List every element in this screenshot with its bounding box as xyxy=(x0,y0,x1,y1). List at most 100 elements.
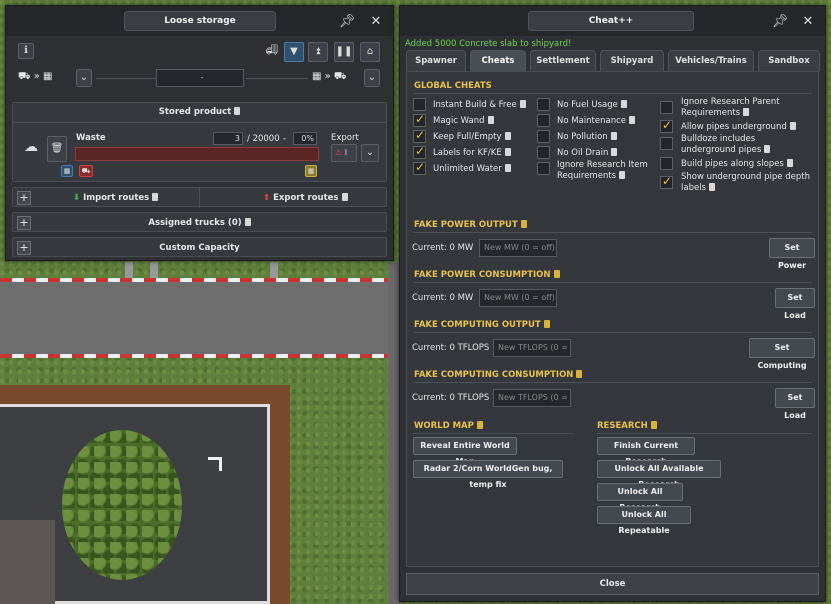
expand-icon[interactable]: + xyxy=(17,241,31,255)
unlock-all-repeatable-button[interactable]: Unlock All Repeatable xyxy=(597,506,691,535)
set-power-button[interactable]: Set Power xyxy=(769,238,815,270)
info-icon[interactable] xyxy=(504,132,511,140)
chevron-down-icon[interactable]: ⌄ xyxy=(361,144,379,162)
tab-vehicles-trains[interactable]: Vehicles/Trains xyxy=(668,50,754,71)
info-icon[interactable] xyxy=(709,183,715,191)
assigned-trucks-section[interactable]: + Assigned trucks (0) xyxy=(12,212,387,232)
tab-cheats[interactable]: Cheats xyxy=(470,50,526,71)
info-icon[interactable] xyxy=(504,148,511,156)
export-select[interactable]: ⚠ I xyxy=(331,144,357,162)
pipe-depth-labels-checkbox[interactable] xyxy=(660,174,673,189)
import-slider-icon[interactable]: ▦ xyxy=(61,165,73,177)
set-load-computing-button[interactable]: Set Load xyxy=(775,388,815,420)
percent-field[interactable]: 0% xyxy=(293,132,317,145)
storage-titlebar[interactable]: Loose storage 📌︎ ✕ xyxy=(6,6,393,36)
fake-power-output-title: FAKE POWER OUTPUT xyxy=(414,220,518,230)
allow-pipes-underground-checkbox[interactable] xyxy=(660,118,673,133)
info-icon[interactable] xyxy=(553,270,560,278)
unlock-all-research-button[interactable]: Unlock All Research xyxy=(597,483,683,512)
info-icon[interactable] xyxy=(764,145,771,153)
finish-current-research-button[interactable]: Finish Current Research xyxy=(597,437,695,466)
info-icon[interactable] xyxy=(743,108,750,116)
expand-icon[interactable]: + xyxy=(17,216,31,230)
unlimited-water-checkbox[interactable] xyxy=(413,160,426,175)
radar-corn-fix-button[interactable]: Radar 2/Corn WorldGen bug, temp fix xyxy=(413,460,563,489)
info-icon[interactable] xyxy=(610,132,617,140)
ignore-research-item-checkbox[interactable] xyxy=(537,162,550,175)
notify-icon[interactable]: ⌂ xyxy=(360,42,380,62)
info-icon[interactable] xyxy=(519,100,526,108)
computing-output-current: Current: 0 TFLOPS xyxy=(412,343,490,353)
product-name: Waste xyxy=(76,133,106,143)
reveal-world-map-button[interactable]: Reveal Entire World Map xyxy=(413,437,517,466)
keep-full-empty-label: Keep Full/Empty xyxy=(433,132,511,143)
info-icon[interactable] xyxy=(244,218,251,226)
import-routes-button[interactable]: ⬇ Import routes xyxy=(73,193,159,203)
info-icon[interactable] xyxy=(620,100,627,108)
computing-output-input[interactable]: New TFLOPS (0 = off).. xyxy=(493,339,571,357)
no-fuel-usage-checkbox[interactable] xyxy=(537,98,550,111)
info-icon[interactable] xyxy=(576,370,583,378)
chevron-down-icon[interactable]: ⌄ xyxy=(76,69,92,87)
trash-icon[interactable]: 🗑︎ xyxy=(47,136,67,162)
divider xyxy=(413,332,812,333)
info-icon[interactable] xyxy=(629,116,636,124)
power-consumption-input[interactable]: New MW (0 = off).. xyxy=(479,289,557,307)
no-oil-drain-checkbox[interactable] xyxy=(537,146,550,159)
filter-icon[interactable]: ▼ xyxy=(284,42,304,62)
info-icon[interactable] xyxy=(543,320,550,328)
info-icon[interactable] xyxy=(504,164,511,172)
info-icon[interactable] xyxy=(487,116,494,124)
pin-icon[interactable]: 📌︎ xyxy=(337,13,357,31)
route-field[interactable]: - xyxy=(156,69,244,87)
priority-up-icon[interactable]: ⏫︎ xyxy=(308,42,328,62)
truck-marker-icon[interactable]: ⛟ xyxy=(79,165,93,177)
custom-capacity-section[interactable]: + Custom Capacity xyxy=(12,237,387,257)
info-icon[interactable] xyxy=(341,193,348,201)
info-icon[interactable] xyxy=(786,159,793,167)
info-icon[interactable] xyxy=(476,421,483,429)
ignore-research-parent-checkbox[interactable] xyxy=(660,101,673,114)
pin-icon[interactable]: 📌︎ xyxy=(770,13,790,31)
instant-build-checkbox[interactable] xyxy=(413,98,426,111)
power-output-input[interactable]: New MW (0 = off).. xyxy=(479,239,557,257)
set-computing-button[interactable]: Set Computing xyxy=(749,338,815,370)
info-icon[interactable] xyxy=(650,421,657,429)
set-load-power-button[interactable]: Set Load xyxy=(775,288,815,320)
info-icon[interactable] xyxy=(611,148,618,156)
tab-settlement[interactable]: Settlement xyxy=(530,50,596,71)
close-button[interactable]: Close xyxy=(406,573,819,595)
labels-kf-ke-checkbox[interactable] xyxy=(413,144,426,159)
tab-spawner[interactable]: Spawner xyxy=(406,50,466,71)
truck-settings-icon[interactable]: 🚚︎ xyxy=(260,43,284,61)
tab-shipyard[interactable]: Shipyard xyxy=(600,50,664,71)
info-icon[interactable] xyxy=(789,122,796,130)
bulldoze-underground-checkbox[interactable] xyxy=(660,137,673,150)
info-icon[interactable] xyxy=(152,193,159,201)
info-icon[interactable]: ℹ xyxy=(18,43,34,59)
no-pollution-checkbox[interactable] xyxy=(537,130,550,143)
pause-icon[interactable]: ❚❚ xyxy=(334,42,354,62)
pipes-along-slopes-checkbox[interactable] xyxy=(660,157,673,170)
no-oil-drain-text: No Oil Drain xyxy=(557,148,609,158)
computing-consumption-input[interactable]: New TFLOPS (0 = off).. xyxy=(493,389,571,407)
road-curb xyxy=(0,278,400,282)
chevron-down-icon[interactable]: ⌄ xyxy=(364,69,380,87)
close-icon[interactable]: ✕ xyxy=(798,13,818,31)
close-icon[interactable]: ✕ xyxy=(366,13,386,31)
info-icon[interactable] xyxy=(234,107,241,115)
unlock-available-research-button[interactable]: Unlock All Available Research xyxy=(597,460,721,489)
keep-full-empty-checkbox[interactable] xyxy=(413,128,426,143)
export-slider-icon[interactable]: ▦ xyxy=(305,165,317,177)
expand-icon[interactable]: + xyxy=(17,191,31,205)
info-icon[interactable] xyxy=(619,171,626,179)
tab-sandbox[interactable]: Sandbox xyxy=(758,50,820,71)
magic-wand-checkbox[interactable] xyxy=(413,112,426,127)
ignore-research-item-label: Ignore Research Item Requirements xyxy=(557,160,657,182)
export-routes-button[interactable]: ⬆ Export routes xyxy=(263,193,348,203)
cheat-titlebar[interactable]: Cheat++ 📌︎ ✕ xyxy=(400,6,825,36)
quantity-field[interactable]: 3 xyxy=(213,132,243,145)
info-icon[interactable] xyxy=(520,220,527,228)
allow-pipes-underground-text: Allow pipes underground xyxy=(681,122,787,132)
no-maintenance-checkbox[interactable] xyxy=(537,114,550,127)
